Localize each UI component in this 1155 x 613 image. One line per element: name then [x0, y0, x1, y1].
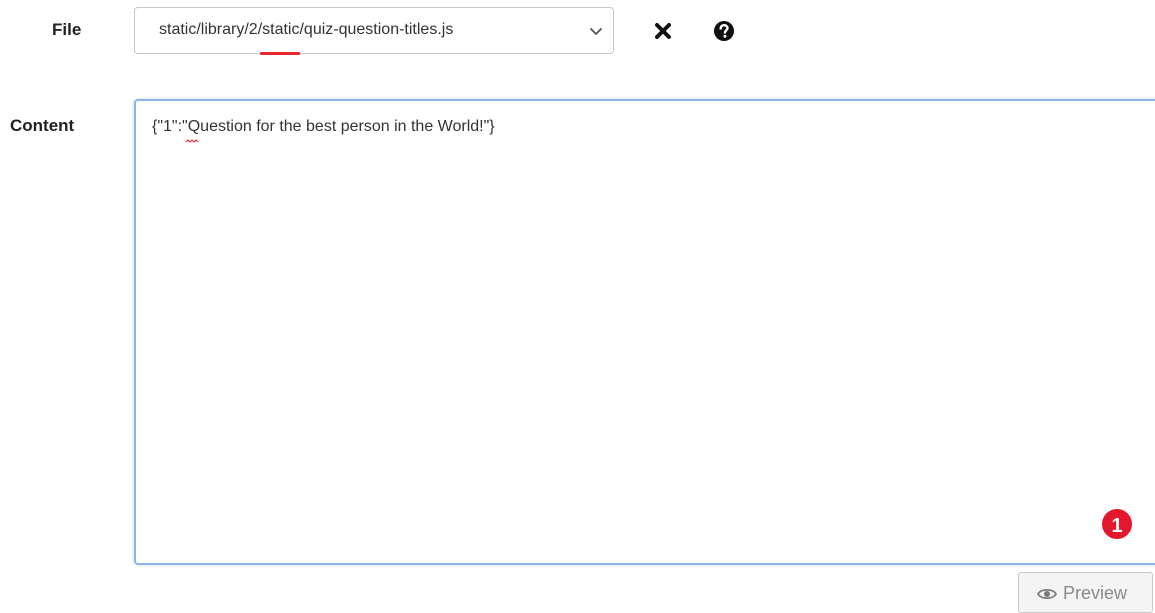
- file-select-value: static/library/2/static/quiz-question-ti…: [159, 21, 454, 38]
- question-circle-icon[interactable]: [713, 20, 735, 42]
- content-label: Content: [10, 116, 75, 135]
- eye-icon: [1037, 588, 1057, 600]
- preview-button[interactable]: Preview: [1018, 572, 1153, 613]
- file-label: File: [52, 20, 82, 39]
- annotation-badge: 1: [1100, 507, 1134, 541]
- chevron-down-icon: [590, 28, 602, 35]
- spellcheck-underline: [186, 139, 198, 143]
- preview-label: Preview: [1063, 583, 1128, 603]
- content-textarea[interactable]: {"1":"Question for the best person in th…: [134, 99, 1155, 565]
- close-icon[interactable]: [652, 20, 674, 42]
- content-text: {"1":"Question for the best person in th…: [152, 118, 495, 135]
- highlight-underline: [260, 52, 300, 55]
- file-select[interactable]: static/library/2/static/quiz-question-ti…: [134, 7, 614, 55]
